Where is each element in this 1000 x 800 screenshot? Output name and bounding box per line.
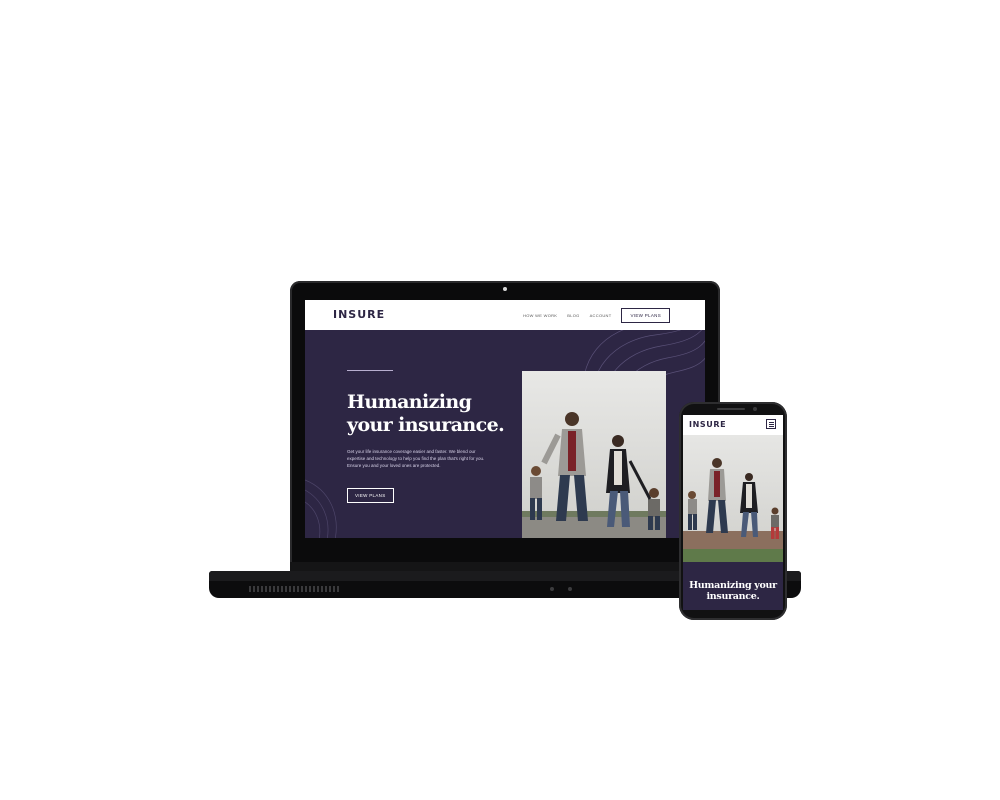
site-nav-links: HOW WE WORK BLOG ACCOUNT VIEW PLANS (523, 300, 670, 330)
phone-speaker-icon (717, 408, 745, 410)
laptop-screen: INSURE HOW WE WORK BLOG ACCOUNT VIEW PLA… (305, 300, 705, 538)
topographic-lines-decoration-bottom (305, 479, 337, 538)
site-header: INSURE HOW WE WORK BLOG ACCOUNT VIEW PLA… (305, 300, 705, 330)
laptop-lid: INSURE HOW WE WORK BLOG ACCOUNT VIEW PLA… (290, 281, 720, 571)
hero-title: Humanizing your insurance. (347, 391, 505, 436)
phone-camera-icon (753, 407, 757, 411)
phone-hero-title: Humanizing your insurance. (689, 580, 777, 602)
hero-description: Get your life insurance coverage easier … (347, 449, 485, 468)
hero-view-plans-button[interactable]: VIEW PLANS (347, 488, 394, 503)
webcam-icon (503, 287, 507, 291)
nav-view-plans-button[interactable]: VIEW PLANS (621, 307, 670, 323)
phone-screen: INSURE Humanizing your insurance. (683, 415, 783, 610)
status-led-icon (568, 587, 572, 591)
phone-frame: INSURE Humanizing your insurance. (679, 402, 787, 620)
phone-family-photo (683, 435, 783, 562)
nav-link-account[interactable]: ACCOUNT (590, 313, 612, 318)
family-photo (522, 371, 666, 538)
nav-link-blog[interactable]: BLOG (567, 313, 579, 318)
nav-link-how-we-work[interactable]: HOW WE WORK (523, 313, 557, 318)
phone-site-logo[interactable]: INSURE (689, 420, 726, 429)
site-logo[interactable]: INSURE (333, 308, 385, 321)
speaker-grille-icon (249, 586, 341, 592)
phone-header: INSURE (683, 415, 783, 435)
status-led-icon (550, 587, 554, 591)
hamburger-menu-icon[interactable] (766, 419, 776, 429)
hero-divider (347, 370, 393, 371)
device-mockup-stage: INSURE HOW WE WORK BLOG ACCOUNT VIEW PLA… (0, 0, 1000, 800)
